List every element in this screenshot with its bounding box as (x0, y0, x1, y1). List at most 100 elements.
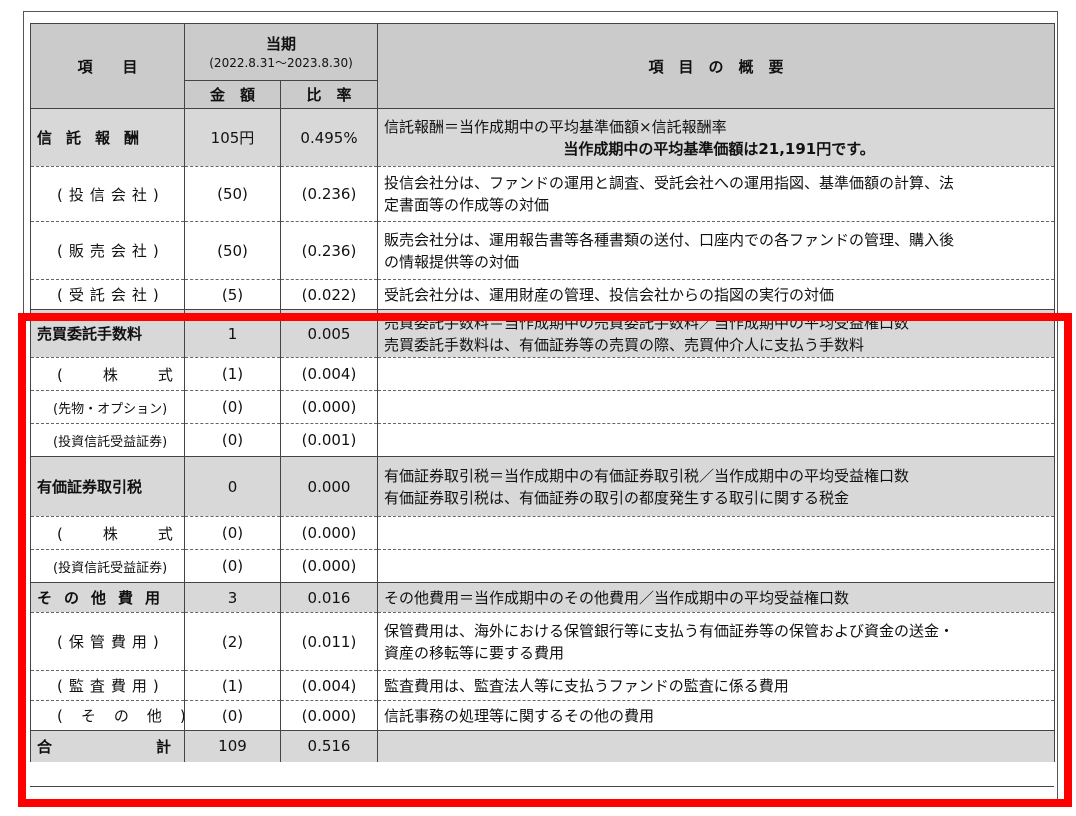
row-securities-transaction-tax: 有価証券取引税 0 0.000 有価証券取引税＝当作成期中の有価証券取引税／当作… (30, 456, 1056, 517)
row-desc-line1: 投信会社分は、ファンドの運用と調査、受託会社への運用指図、基準価額の計算、法 (384, 174, 955, 192)
row-label: (保管費用) (30, 612, 185, 671)
row-desc-line1: 有価証券取引税＝当作成期中の有価証券取引税／当作成期中の平均受益権口数 (384, 466, 910, 485)
row-label: (販売会社) (30, 221, 185, 280)
row-desc-line2: 有価証券取引税は、有価証券の取引の都度発生する取引に関する税金 (384, 488, 850, 507)
row-amount: (1) (184, 670, 281, 701)
header-item: 項 目 (30, 23, 185, 109)
row-other: (その他) (0) (0.000) 信託事務の処理等に関するその他の費用 (30, 700, 1056, 731)
row-ratio: (0.236) (279, 221, 379, 280)
row-label: (その他) (30, 700, 185, 731)
row-desc: 信託事務の処理等に関するその他の費用 (377, 700, 1056, 731)
header-period: 当期 (2022.8.31～2023.8.30) (183, 23, 379, 81)
row-ratio: (0.000) (279, 516, 379, 550)
row-desc: 販売会社分は、運用報告書等各種書類の送付、口座内での各ファンドの管理、購入後 の… (377, 221, 1056, 280)
row-trustee: (受託会社) (5) (0.022) 受託会社分は、運用財産の管理、投信会社から… (30, 279, 1056, 310)
row-amount: 1 (184, 309, 281, 358)
row-tax-stocks: (株式) (0) (0.000) (30, 516, 1056, 550)
row-label: (監査費用) (30, 670, 185, 701)
row-desc: その他費用＝当作成期中のその他費用／当作成期中の平均受益権口数 (377, 582, 1056, 613)
row-label: (投資信託受益証券) (30, 549, 185, 583)
row-desc: 売買委託手数料＝当作成期中の売買委託手数料／当作成期中の平均受益権口数 売買委託… (377, 309, 1056, 358)
row-ratio: (0.000) (279, 700, 379, 731)
row-ratio: 0.000 (279, 456, 379, 517)
row-label: (先物・オプション) (30, 390, 185, 424)
fee-breakdown-table: 項 目 当期 (2022.8.31～2023.8.30) 項 目 の 概 要 金… (30, 23, 1056, 762)
row-tax-trust-certificates: (投資信託受益証券) (0) (0.000) (30, 549, 1056, 583)
row-label: (株式) (30, 357, 185, 391)
row-amount: 0 (184, 456, 281, 517)
row-amount: (0) (184, 390, 281, 424)
row-amount: (0) (184, 700, 281, 731)
row-total: 合計 109 0.516 (30, 730, 1056, 762)
row-brokerage-stocks: (株式) (1) (0.004) (30, 357, 1056, 391)
row-desc-line1: 販売会社分は、運用報告書等各種書類の送付、口座内での各ファンドの管理、購入後 (384, 230, 955, 249)
row-desc-empty (377, 390, 1056, 424)
row-ratio: (0.000) (279, 390, 379, 424)
row-desc-line2: 売買委託手数料は、有価証券等の売買の際、売買仲介人に支払う手数料 (384, 335, 865, 354)
row-custody-fee: (保管費用) (2) (0.011) 保管費用は、海外における保管銀行等に支払う… (30, 612, 1056, 671)
row-amount: (0) (184, 516, 281, 550)
row-desc-empty (377, 730, 1056, 762)
row-ratio: (0.000) (279, 549, 379, 583)
row-audit-fee: (監査費用) (1) (0.004) 監査費用は、監査法人等に支払うファンドの監… (30, 670, 1056, 701)
row-desc: 監査費用は、監査法人等に支払うファンドの監査に係る費用 (377, 670, 1056, 701)
row-desc: 受託会社分は、運用財産の管理、投信会社からの指図の実行の対価 (377, 279, 1056, 310)
header-row-1: 項 目 当期 (2022.8.31～2023.8.30) 項 目 の 概 要 (30, 23, 1056, 109)
header-amount: 金 額 (184, 80, 281, 109)
row-desc-empty (377, 516, 1056, 550)
row-desc-line1: 信託報酬＝当作成期中の平均基準価額×信託報酬率 (384, 117, 727, 136)
row-other-expenses: その他費用 3 0.016 その他費用＝当作成期中のその他費用／当作成期中の平均… (30, 582, 1056, 613)
row-desc: 保管費用は、海外における保管銀行等に支払う有価証券等の保管および資金の送金・ 資… (377, 612, 1056, 671)
row-label: その他費用 (30, 582, 185, 613)
row-desc-line1: 売買委託手数料＝当作成期中の売買委託手数料／当作成期中の平均受益権口数 (384, 313, 910, 332)
row-amount: 109 (184, 730, 281, 762)
row-ratio: (0.004) (279, 357, 379, 391)
row-distributor: (販売会社) (50) (0.236) 販売会社分は、運用報告書等各種書類の送付… (30, 221, 1056, 280)
row-amount: (2) (184, 612, 281, 671)
row-desc-empty (377, 423, 1056, 457)
row-ratio: (0.001) (279, 423, 379, 457)
row-label: (投資信託受益証券) (30, 423, 185, 457)
row-amount: (50) (184, 221, 281, 280)
row-ratio: (0.004) (279, 670, 379, 701)
row-ratio: 0.016 (279, 582, 379, 613)
row-ratio: (0.011) (279, 612, 379, 671)
row-amount: 105円 (184, 108, 281, 167)
header-period-range: (2022.8.31～2023.8.30) (209, 55, 353, 70)
row-desc-empty (377, 357, 1056, 391)
row-desc: 投信会社分は、ファンドの運用と調査、受託会社への運用指図、基準価額の計算、法 定… (377, 166, 1056, 222)
row-investment-company: (投信会社) (50) (0.236) 投信会社分は、ファンドの運用と調査、受託… (30, 166, 1056, 222)
row-amount: (1) (184, 357, 281, 391)
row-ratio: 0.495% (279, 108, 379, 167)
row-amount: (0) (184, 423, 281, 457)
row-label: 信託報酬 (30, 108, 185, 167)
row-desc: 有価証券取引税＝当作成期中の有価証券取引税／当作成期中の平均受益権口数 有価証券… (377, 456, 1056, 517)
row-amount: (50) (184, 166, 281, 222)
row-amount: 3 (184, 582, 281, 613)
row-trust-fee: 信託報酬 105円 0.495% 信託報酬＝当作成期中の平均基準価額×信託報酬率… (30, 108, 1056, 167)
header-ratio: 比 率 (279, 80, 379, 109)
row-amount: (5) (184, 279, 281, 310)
row-brokerage-commission: 売買委託手数料 1 0.005 売買委託手数料＝当作成期中の売買委託手数料／当作… (30, 309, 1056, 358)
row-label: (受託会社) (30, 279, 185, 310)
table-bottom-border (30, 786, 1054, 787)
row-desc-empty (377, 549, 1056, 583)
row-label: 合計 (30, 730, 185, 762)
row-brokerage-trust-certificates: (投資信託受益証券) (0) (0.001) (30, 423, 1056, 457)
row-desc-line2: の情報提供等の対価 (384, 252, 520, 271)
row-desc-line1: 保管費用は、海外における保管銀行等に支払う有価証券等の保管および資金の送金・ (384, 621, 955, 640)
row-label: 有価証券取引税 (30, 456, 185, 517)
row-ratio: (0.236) (279, 166, 379, 222)
header-summary: 項 目 の 概 要 (377, 23, 1056, 109)
row-ratio: 0.005 (279, 309, 379, 358)
row-desc-line2: 資産の移転等に要する費用 (384, 643, 565, 662)
row-amount: (0) (184, 549, 281, 583)
row-brokerage-futures: (先物・オプション) (0) (0.000) (30, 390, 1056, 424)
row-ratio: 0.516 (279, 730, 379, 762)
row-ratio: (0.022) (279, 279, 379, 310)
header-period-title: 当期 (266, 34, 297, 53)
row-label: (株式) (30, 516, 185, 550)
row-label: 売買委託手数料 (30, 309, 185, 358)
row-label: (投信会社) (30, 166, 185, 222)
row-desc-line2: 定書面等の作成等の対価 (384, 196, 550, 214)
